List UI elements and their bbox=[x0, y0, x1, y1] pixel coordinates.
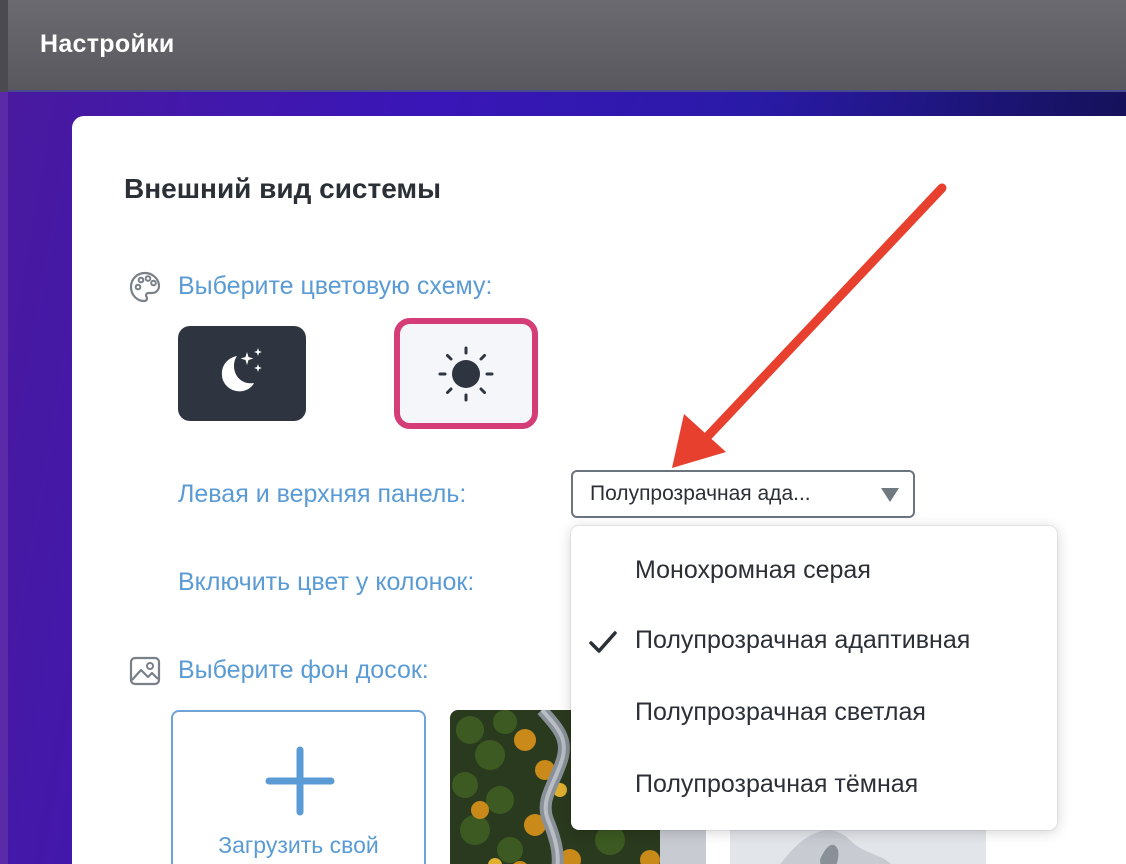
theme-dark-button[interactable] bbox=[178, 326, 306, 421]
dropdown-option-label: Полупрозрачная адаптивная bbox=[635, 626, 971, 654]
palette-icon bbox=[129, 271, 161, 303]
plus-icon bbox=[265, 746, 335, 816]
upload-background-button[interactable]: Загрузить свой bbox=[171, 710, 426, 864]
columns-color-label: Включить цвет у колонок: bbox=[178, 568, 475, 596]
panel-style-label: Левая и верхняя панель: bbox=[178, 480, 467, 508]
dropdown-option-translucent-light[interactable]: Полупрозрачная светлая bbox=[571, 684, 1057, 746]
dropdown-option-translucent-dark[interactable]: Полупрозрачная тёмная bbox=[571, 756, 1057, 818]
sun-icon bbox=[438, 346, 494, 401]
dropdown-option-translucent-adaptive[interactable]: Полупрозрачная адаптивная bbox=[571, 612, 1057, 674]
panel-style-dropdown-menu: Монохромная серая Полупрозрачная адаптив… bbox=[571, 526, 1057, 830]
title-bar: Настройки bbox=[0, 0, 1126, 92]
checkmark-icon bbox=[589, 631, 617, 653]
dropdown-option-mono-gray[interactable]: Монохромная серая bbox=[571, 542, 1057, 604]
image-icon bbox=[129, 656, 161, 686]
dropdown-option-label: Монохромная серая bbox=[635, 556, 871, 584]
color-scheme-label: Выберите цветовую схему: bbox=[178, 272, 493, 300]
title-bar-edge bbox=[0, 0, 8, 92]
board-background-label: Выберите фон досок: bbox=[178, 656, 429, 684]
upload-label: Загрузить свой bbox=[218, 832, 379, 858]
window-edge bbox=[0, 0, 8, 864]
window-title: Настройки bbox=[40, 30, 175, 58]
moon-stars-icon bbox=[221, 347, 262, 391]
panel-style-select[interactable]: Полупрозрачная ада... bbox=[571, 470, 915, 518]
dropdown-option-label: Полупрозрачная тёмная bbox=[635, 770, 919, 798]
dropdown-option-label: Полупрозрачная светлая bbox=[635, 698, 926, 726]
section-title: Внешний вид системы bbox=[124, 173, 442, 204]
panel-style-select-value: Полупрозрачная ада... bbox=[590, 482, 811, 505]
dropdown-caret-icon[interactable] bbox=[881, 488, 899, 502]
theme-light-button[interactable] bbox=[394, 318, 538, 429]
